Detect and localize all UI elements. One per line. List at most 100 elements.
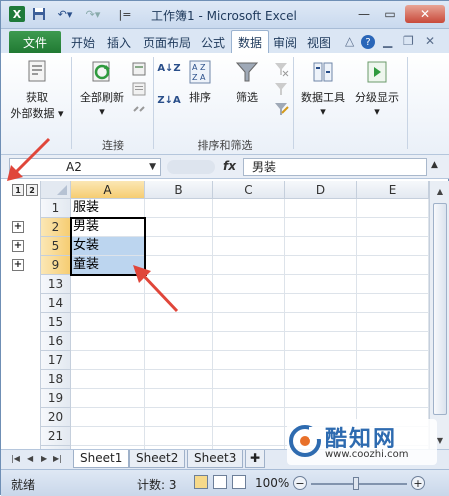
cell-d14[interactable] [285, 294, 357, 313]
redo-icon[interactable]: ↷▾ [85, 6, 101, 22]
sheet-tab-2[interactable]: Sheet2 [129, 450, 186, 468]
data-tools-button[interactable]: 数据工具 ▾ [297, 59, 349, 118]
tab-insert[interactable]: 插入 [107, 34, 131, 51]
cell-b2[interactable] [145, 218, 213, 237]
cell-a21[interactable] [71, 427, 145, 446]
cell-a18[interactable] [71, 370, 145, 389]
cell-a1[interactable]: 服装 [71, 199, 145, 218]
cell-a19[interactable] [71, 389, 145, 408]
doc-close-icon[interactable]: ✕ [425, 34, 435, 48]
sheet-tab-3[interactable]: Sheet3 [187, 450, 244, 468]
row-header-21[interactable]: 21 [41, 427, 71, 446]
cell-d9[interactable] [285, 256, 357, 275]
cell-a14[interactable] [71, 294, 145, 313]
page-layout-view-icon[interactable] [213, 475, 227, 489]
cell-b1[interactable] [145, 199, 213, 218]
insert-sheet-icon[interactable]: ✚ [245, 450, 266, 468]
cell-d5[interactable] [285, 237, 357, 256]
tab-data[interactable]: 数据 [231, 30, 270, 54]
cell-e2[interactable] [357, 218, 429, 237]
minimize-button[interactable]: — [353, 5, 375, 23]
row-header-13[interactable]: 13 [41, 275, 71, 294]
cell-c5[interactable] [213, 237, 285, 256]
maximize-button[interactable]: ▭ [379, 5, 401, 23]
expand-group-button[interactable]: + [12, 259, 24, 271]
cell-b14[interactable] [145, 294, 213, 313]
next-sheet-icon[interactable]: ▶ [41, 454, 47, 463]
cell-c21[interactable] [213, 427, 285, 446]
close-button[interactable]: ✕ [405, 5, 445, 23]
row-header-16[interactable]: 16 [41, 332, 71, 351]
save-icon[interactable] [31, 6, 47, 22]
zoom-level[interactable]: 100% [255, 476, 289, 490]
row-header-9[interactable]: 9 [41, 256, 71, 275]
cell-b19[interactable] [145, 389, 213, 408]
tab-page-layout[interactable]: 页面布局 [143, 34, 191, 51]
clear-filter-icon[interactable] [273, 61, 289, 77]
cell-b13[interactable] [145, 275, 213, 294]
sheet-tab-1[interactable]: Sheet1 [73, 450, 130, 468]
cell-e9[interactable] [357, 256, 429, 275]
cell-d13[interactable] [285, 275, 357, 294]
column-header-c[interactable]: C [213, 181, 285, 199]
cell-b15[interactable] [145, 313, 213, 332]
column-header-d[interactable]: D [285, 181, 357, 199]
column-header-e[interactable]: E [357, 181, 429, 199]
outline-level-2-button[interactable]: 2 [26, 184, 38, 196]
sort-z-to-a-button[interactable]: Z↓A [157, 95, 181, 106]
cell-b9[interactable] [145, 256, 213, 275]
cell-a17[interactable] [71, 351, 145, 370]
first-sheet-icon[interactable]: |◀ [11, 454, 20, 463]
row-header-5[interactable]: 5 [41, 237, 71, 256]
properties-icon[interactable] [131, 81, 147, 97]
cell-c19[interactable] [213, 389, 285, 408]
select-all-button[interactable] [41, 181, 71, 199]
tab-review[interactable]: 审阅 [273, 34, 297, 51]
cell-c2[interactable] [213, 218, 285, 237]
zoom-slider[interactable] [311, 483, 407, 485]
cell-c14[interactable] [213, 294, 285, 313]
cell-a9[interactable]: 童装 [71, 256, 145, 275]
expand-group-button[interactable]: + [12, 221, 24, 233]
row-header-15[interactable]: 15 [41, 313, 71, 332]
cell-e1[interactable] [357, 199, 429, 218]
undo-icon[interactable]: ↶▾ [57, 6, 73, 22]
get-external-data-button[interactable]: 获取 外部数据 ▾ [9, 59, 65, 121]
row-header-1[interactable]: 1 [41, 199, 71, 218]
cell-d18[interactable] [285, 370, 357, 389]
cell-a2[interactable]: 男装 [71, 218, 145, 237]
name-box-dropdown-icon[interactable]: ▼ [149, 159, 156, 175]
edit-links-icon[interactable] [131, 101, 147, 117]
zoom-slider-handle[interactable] [353, 477, 359, 490]
expand-group-button[interactable]: + [12, 240, 24, 252]
cell-b21[interactable] [145, 427, 213, 446]
cell-c16[interactable] [213, 332, 285, 351]
scroll-up-icon[interactable]: ▲ [433, 184, 447, 198]
doc-restore-icon[interactable]: ❐ [403, 34, 414, 48]
cell-e19[interactable] [357, 389, 429, 408]
cell-b20[interactable] [145, 408, 213, 427]
name-box[interactable]: A2 ▼ [9, 158, 161, 176]
row-header-20[interactable]: 20 [41, 408, 71, 427]
cell-a16[interactable] [71, 332, 145, 351]
outline-level-1-button[interactable]: 1 [12, 184, 24, 196]
cell-d17[interactable] [285, 351, 357, 370]
cell-b16[interactable] [145, 332, 213, 351]
expand-formula-bar-icon[interactable]: ▲ [431, 160, 438, 170]
filter-button[interactable]: 筛选 [227, 59, 267, 105]
cell-d2[interactable] [285, 218, 357, 237]
tab-view[interactable]: 视图 [307, 34, 331, 51]
row-header-17[interactable]: 17 [41, 351, 71, 370]
page-break-view-icon[interactable] [232, 475, 246, 489]
cell-a5[interactable]: 女装 [71, 237, 145, 256]
cell-e18[interactable] [357, 370, 429, 389]
refresh-dropdown-icon[interactable]: ▾ [75, 105, 129, 118]
cell-e14[interactable] [357, 294, 429, 313]
tab-formulas[interactable]: 公式 [201, 34, 225, 51]
cell-c18[interactable] [213, 370, 285, 389]
cell-e17[interactable] [357, 351, 429, 370]
doc-minimize-icon[interactable]: ▁ [383, 34, 392, 48]
cell-b5[interactable] [145, 237, 213, 256]
scroll-thumb[interactable] [433, 203, 447, 415]
formula-bar-splitter[interactable] [167, 160, 215, 174]
